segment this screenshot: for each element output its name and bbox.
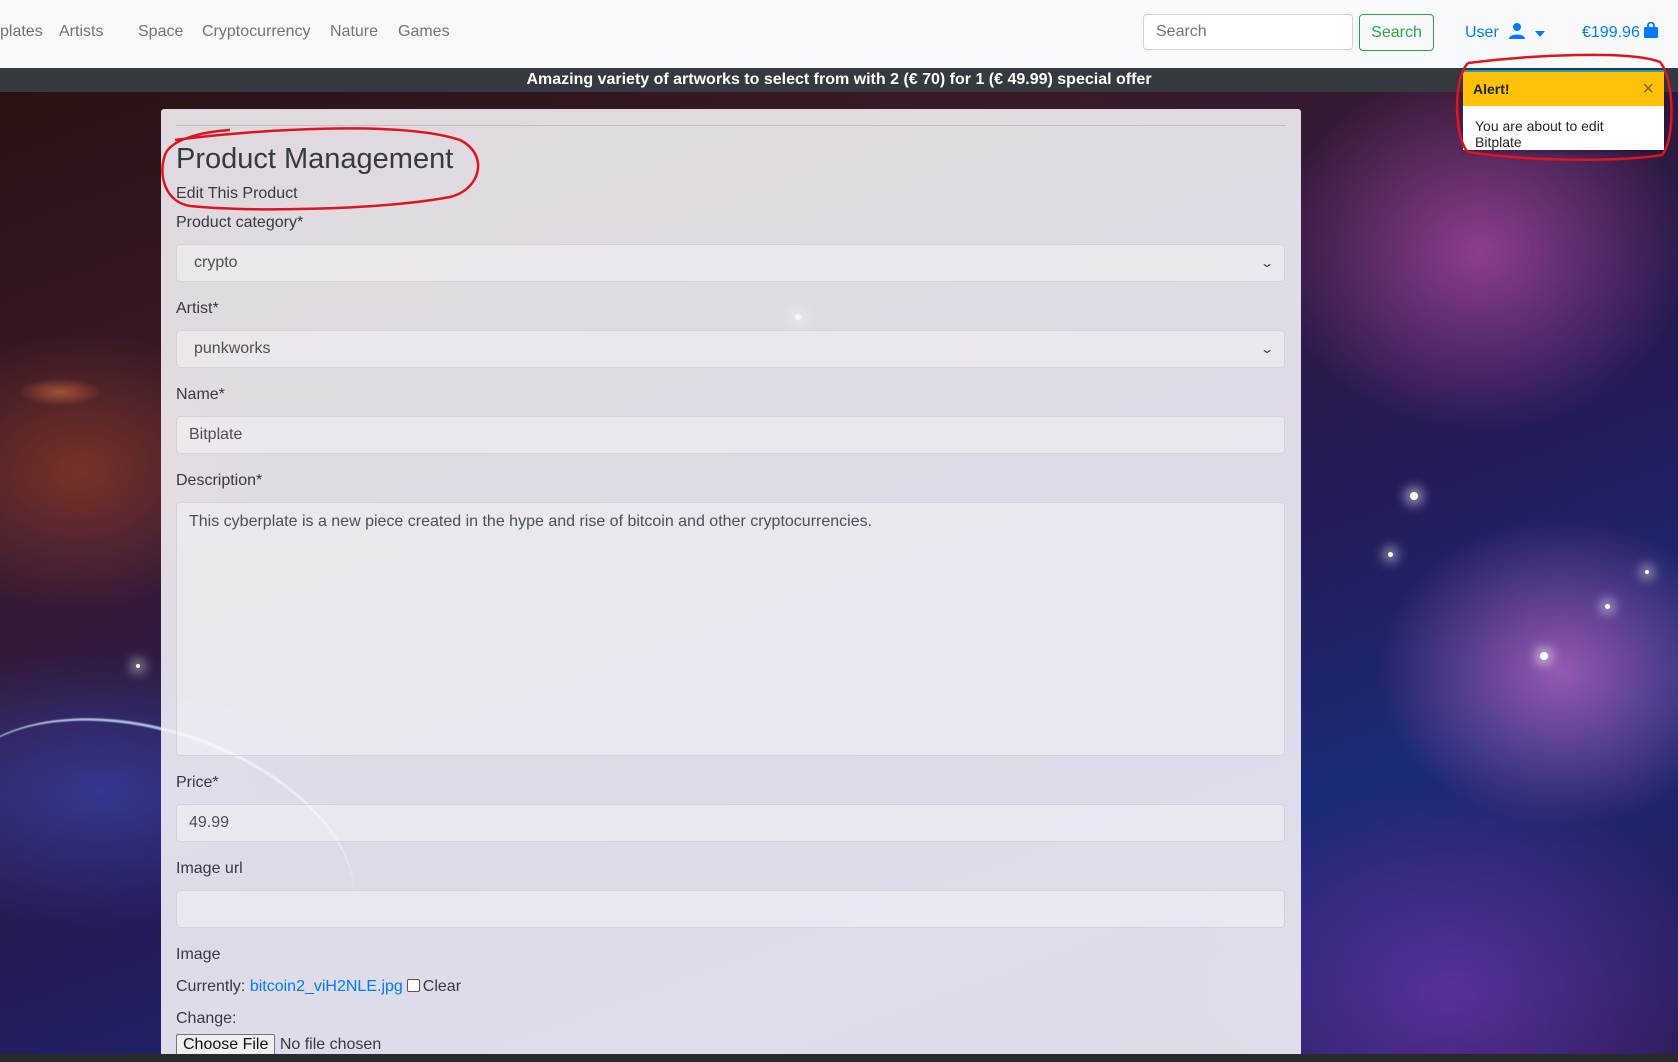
price-value: 49.99 — [189, 814, 230, 831]
name-label: Name* — [176, 386, 225, 403]
star — [1540, 652, 1548, 660]
toast-message: You are about to edit Bitplate — [1475, 118, 1604, 150]
shopping-bag-link[interactable]: €199.96 — [1582, 21, 1658, 43]
chevron-down-icon: ⌄ — [1259, 342, 1275, 356]
choose-file-button[interactable]: Choose File — [176, 1034, 276, 1056]
product-form-card: Product Management Edit This Product Pro… — [161, 109, 1301, 1062]
description-value: This cyberplate is a new piece created i… — [189, 513, 873, 530]
no-file-text: No file chosen — [279, 1036, 382, 1053]
artist-value: punkworks — [194, 340, 271, 357]
nav-link-cryptocurrency[interactable]: Cryptocurrency — [202, 23, 310, 41]
clear-checkbox[interactable] — [406, 979, 420, 992]
currently-label: Currently: — [176, 978, 246, 995]
toast-title: Alert! — [1473, 81, 1510, 97]
search-input[interactable] — [1143, 14, 1353, 50]
star — [1605, 604, 1610, 609]
shopping-bag-icon — [1643, 21, 1658, 43]
price-input[interactable]: 49.99 — [176, 804, 1285, 842]
star — [1645, 570, 1649, 574]
category-value: crypto — [194, 254, 238, 271]
current-file-link[interactable]: bitcoin2_viH2NLE.jpg — [250, 978, 403, 995]
description-textarea[interactable]: This cyberplate is a new piece created i… — [176, 502, 1285, 756]
promo-banner: Amazing variety of artworks to select fr… — [0, 68, 1678, 92]
star — [1388, 552, 1393, 557]
nav-link-games[interactable]: Games — [398, 23, 450, 41]
clear-label: Clear — [422, 978, 462, 995]
category-select[interactable]: crypto ⌄ — [176, 244, 1285, 282]
star — [1410, 492, 1418, 500]
artist-select[interactable]: punkworks ⌄ — [176, 330, 1285, 368]
category-label: Product category* — [176, 214, 304, 231]
image-url-label: Image url — [176, 860, 243, 877]
user-label: User — [1465, 24, 1499, 41]
name-value: Bitplate — [189, 426, 243, 443]
star — [136, 664, 140, 668]
search-button[interactable]: Search — [1359, 14, 1434, 51]
artist-label: Artist* — [176, 300, 219, 317]
image-label: Image — [176, 946, 221, 963]
name-input[interactable]: Bitplate — [176, 416, 1285, 454]
toast-header: Alert! × — [1463, 70, 1664, 106]
user-icon — [1508, 22, 1525, 44]
caret-down-icon — [1534, 24, 1545, 42]
current-image-row: Currently: bitcoin2_viH2NLE.jpg Clear — [176, 978, 461, 996]
nav-link-nature[interactable]: Nature — [330, 23, 378, 41]
divider — [176, 125, 1286, 126]
alert-toast: Alert! × You are about to edit Bitplate — [1463, 70, 1664, 150]
change-label: Change: — [176, 1010, 237, 1027]
bag-total: €199.96 — [1582, 23, 1640, 41]
nav-link-plates[interactable]: plates — [0, 23, 43, 41]
nav-link-space[interactable]: Space — [138, 23, 183, 41]
chevron-down-icon: ⌄ — [1259, 256, 1275, 270]
taskbar-edge — [0, 1054, 1678, 1062]
description-label: Description* — [176, 472, 263, 489]
file-picker-row: Choose File No file chosen — [176, 1034, 381, 1056]
page-subtitle: Edit This Product — [176, 185, 298, 202]
page-title: Product Management — [176, 143, 454, 175]
image-url-input[interactable] — [176, 890, 1285, 928]
navbar: plates Artists Space Cryptocurrency Natu… — [0, 0, 1678, 68]
close-icon[interactable]: × — [1642, 78, 1654, 101]
price-label: Price* — [176, 774, 219, 791]
nav-link-artists[interactable]: Artists — [59, 23, 103, 41]
user-menu[interactable]: User — [1465, 22, 1545, 44]
